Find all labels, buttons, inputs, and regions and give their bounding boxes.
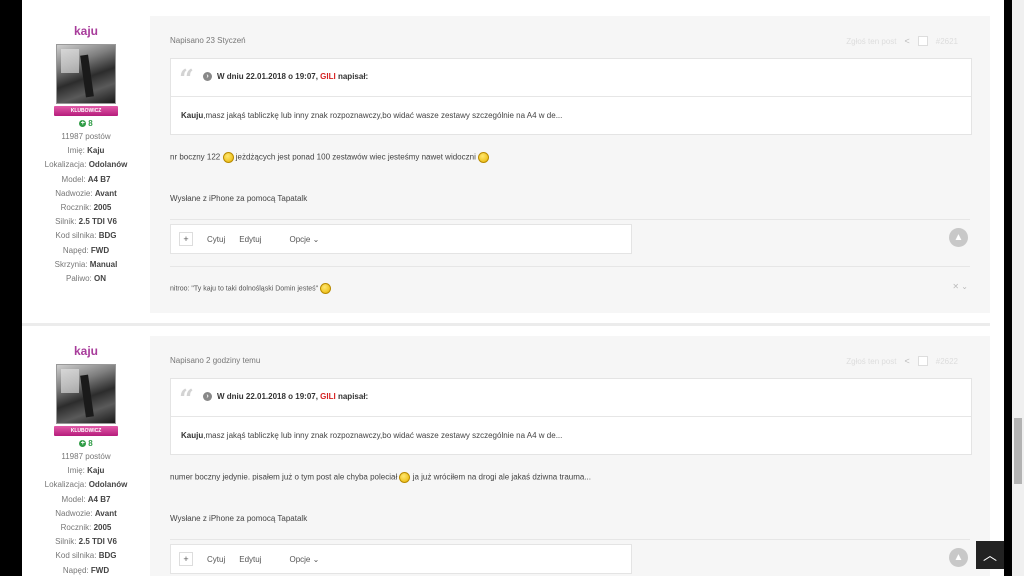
quote-citation: W dniu 22.01.2018 o 19:07, GILI napisał: (217, 392, 369, 401)
edit-button[interactable]: Edytuj (239, 235, 261, 244)
quote-header: “ › W dniu 22.01.2018 o 19:07, GILI napi… (171, 379, 971, 417)
profile-field: Silnik: 2.5 TDI V6 (55, 217, 117, 227)
multiquote-button[interactable]: + (179, 552, 193, 566)
upvote-icon[interactable]: ▲ (949, 548, 968, 567)
post-tools: Zgłoś ten post < #2621 (846, 36, 958, 46)
avatar[interactable] (56, 364, 116, 424)
post-count: 11987 postów (61, 452, 111, 461)
quote-button[interactable]: Cytuj (207, 555, 225, 564)
post-body: numer boczny jedynie. pisałem już o tym … (170, 472, 592, 483)
profile-field: Kod silnika: BDG (55, 551, 117, 561)
profile-field: Imię: Kaju (67, 146, 105, 156)
post-date[interactable]: Napisano 2 godziny temu (170, 356, 260, 365)
profile-field: Napęd: FWD (62, 565, 110, 575)
post-tools: Zgłoś ten post < #2622 (846, 356, 958, 366)
profile-field: Napęd: FWD (62, 245, 110, 255)
edit-button[interactable]: Edytuj (239, 555, 261, 564)
profile-field: Nadwozie: Avant (55, 508, 117, 518)
quote-author-link[interactable]: GILI (320, 392, 336, 401)
select-checkbox[interactable] (917, 36, 928, 46)
back-to-top-button[interactable]: ︿ (976, 541, 1004, 569)
hide-signature-icon[interactable]: ✕ ⌄ (952, 282, 968, 291)
profile-field: Lokalizacja: Odolanów (44, 160, 128, 170)
profile-field: Nadwozie: Avant (55, 188, 117, 198)
upvote-icon[interactable]: ▲ (949, 228, 968, 247)
forum-page: kaju KLUBOWICZ +8 11987 postów Imię: Kaj… (22, 0, 1004, 576)
post-number[interactable]: #2622 (936, 357, 958, 366)
multiquote-button[interactable]: + (179, 232, 193, 246)
profile-field: Imię: Kaju (67, 466, 105, 476)
profile-field: Skrzynia: Manual (54, 259, 118, 269)
author-panel: kaju KLUBOWICZ +8 11987 postów Imię: Kaj… (22, 16, 150, 286)
forum-post: kaju KLUBOWICZ +8 11987 postów Imię: Kaj… (22, 336, 990, 576)
plus-icon: + (79, 440, 87, 448)
report-link[interactable]: Zgłoś ten post (846, 37, 896, 46)
profile-field: Silnik: 2.5 TDI V6 (55, 537, 117, 547)
wink-emoji-icon (222, 152, 234, 163)
profile-field: Rocznik: 2005 (60, 203, 112, 213)
profile-field: Model: A4 B7 (61, 174, 111, 184)
forum-post: kaju KLUBOWICZ +8 11987 postów Imię: Kaj… (22, 16, 990, 313)
quote-header: “ › W dniu 22.01.2018 o 19:07, GILI napi… (171, 59, 971, 97)
post-number[interactable]: #2621 (936, 37, 958, 46)
post-footer-text: Wysłane z iPhone za pomocą Tapatalk (170, 514, 308, 523)
divider (170, 266, 970, 267)
profile-field: Lokalizacja: Odolanów (44, 480, 128, 490)
post-count: 11987 postów (61, 132, 111, 141)
profile-field: Paliwo: ON (65, 274, 107, 284)
quote-author-link[interactable]: GILI (320, 72, 336, 81)
quote-block: “ › W dniu 22.01.2018 o 19:07, GILI napi… (170, 58, 972, 135)
post-actions: + Cytuj Edytuj Opcje ⌄ (170, 544, 632, 574)
reputation-badge: +8 (79, 119, 93, 128)
post-separator (22, 323, 990, 326)
post-body: nr boczny 122 jeżdżących jest ponad 100 … (170, 152, 490, 163)
divider (170, 219, 970, 220)
quote-icon: “ (179, 65, 194, 95)
post-actions: + Cytuj Edytuj Opcje ⌄ (170, 224, 632, 254)
laugh-emoji-icon (320, 283, 332, 294)
options-menu[interactable]: Opcje ⌄ (275, 555, 319, 564)
author-name[interactable]: kaju (22, 344, 150, 358)
options-menu[interactable]: Opcje ⌄ (275, 235, 319, 244)
reputation-badge: +8 (79, 439, 93, 448)
quote-expand-icon[interactable]: › (203, 392, 212, 401)
author-panel: kaju KLUBOWICZ +8 11987 postów Imię: Kaj… (22, 336, 150, 576)
quote-body: Kauju,masz jakąś tabliczkę lub inny znak… (181, 111, 563, 120)
profile-field: Kod silnika: BDG (55, 231, 117, 241)
quote-citation: W dniu 22.01.2018 o 19:07, GILI napisał: (217, 72, 369, 81)
whistle-emoji-icon (399, 472, 411, 483)
post-content: Napisano 2 godziny temu Zgłoś ten post <… (150, 336, 990, 576)
post-footer-text: Wysłane z iPhone za pomocą Tapatalk (170, 194, 308, 203)
quote-block: “ › W dniu 22.01.2018 o 19:07, GILI napi… (170, 378, 972, 455)
report-link[interactable]: Zgłoś ten post (846, 357, 896, 366)
scrollbar[interactable] (1012, 0, 1024, 576)
avatar[interactable] (56, 44, 116, 104)
author-name[interactable]: kaju (22, 24, 150, 38)
select-checkbox[interactable] (917, 356, 928, 366)
quote-icon: “ (179, 385, 194, 415)
rank-badge: KLUBOWICZ (54, 106, 118, 116)
share-icon[interactable]: < (904, 36, 909, 46)
plus-icon: + (79, 120, 87, 128)
post-content: Napisano 23 Styczeń Zgłoś ten post < #26… (150, 16, 990, 313)
share-icon[interactable]: < (904, 356, 909, 366)
profile-field: Rocznik: 2005 (60, 523, 112, 533)
profile-field: Model: A4 B7 (61, 494, 111, 504)
wink-emoji-icon (478, 152, 490, 163)
rank-badge: KLUBOWICZ (54, 426, 118, 436)
signature: nitroo: "Ty kaju to taki dolnośląski Dom… (170, 283, 332, 294)
divider (170, 539, 970, 540)
scrollbar-thumb[interactable] (1014, 418, 1022, 484)
quote-button[interactable]: Cytuj (207, 235, 225, 244)
quote-expand-icon[interactable]: › (203, 72, 212, 81)
quote-body: Kauju,masz jakąś tabliczkę lub inny znak… (181, 431, 563, 440)
post-date[interactable]: Napisano 23 Styczeń (170, 36, 246, 45)
